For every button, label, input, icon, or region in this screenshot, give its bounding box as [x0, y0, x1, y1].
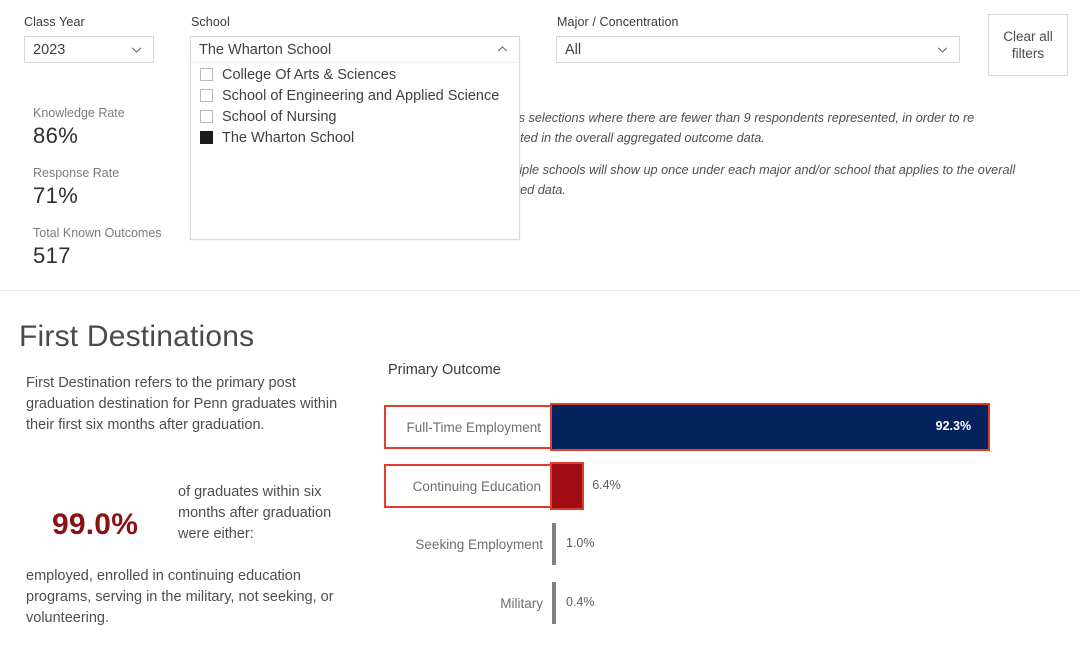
- bar-category-label[interactable]: Continuing Education: [384, 464, 552, 508]
- outcome-footer-text: employed, enrolled in continuing educati…: [26, 568, 334, 626]
- metric-label: Response Rate: [33, 166, 120, 180]
- page-title: First Destinations: [19, 320, 255, 353]
- school-select[interactable]: The Wharton School: [190, 36, 520, 63]
- school-option-label: The Wharton School: [222, 129, 355, 146]
- clear-filters-line2: filters: [1011, 46, 1045, 61]
- class-year-filter-label: Class Year: [24, 15, 85, 29]
- disclaimer-paragraph-2: rom multiple schools will show up once u…: [470, 163, 1016, 197]
- bar-value-label: 92.3%: [935, 419, 972, 433]
- major-filter-label: Major / Concentration: [557, 15, 679, 29]
- bar-row[interactable]: Seeking Employment 1.0%: [384, 523, 1024, 565]
- bar-value-label: 1.0%: [566, 536, 595, 550]
- bar-value-label: 0.4%: [566, 595, 595, 609]
- bar[interactable]: [552, 582, 556, 624]
- bar-track: 1.0%: [552, 523, 1024, 565]
- disclaimer-paragraph-1: s or cross selections where there are fe…: [470, 111, 975, 145]
- metric-total-known-outcomes: Total Known Outcomes 517: [33, 226, 162, 269]
- bar-category-label[interactable]: Full-Time Employment: [384, 405, 552, 449]
- bar-track: 0.4%: [552, 582, 1024, 624]
- checkbox-icon[interactable]: [200, 68, 213, 81]
- school-option-0[interactable]: College Of Arts & Sciences: [191, 64, 519, 85]
- chart-title: Primary Outcome: [388, 362, 501, 378]
- clear-all-filters-button[interactable]: Clear all filters: [988, 14, 1068, 76]
- bar-track: 92.3%: [550, 403, 1024, 451]
- bar-value-label: 6.4%: [592, 478, 621, 492]
- bar-category-label[interactable]: Military: [384, 582, 552, 624]
- bar-row[interactable]: Continuing Education 6.4%: [384, 462, 1024, 510]
- metric-knowledge-rate: Knowledge Rate 86%: [33, 106, 125, 149]
- section-divider: [0, 290, 1080, 291]
- school-value: The Wharton School: [199, 41, 332, 58]
- school-option-2[interactable]: School of Nursing: [191, 106, 519, 127]
- metric-value: 86%: [33, 123, 79, 148]
- major-value: All: [565, 41, 582, 58]
- checkbox-icon[interactable]: [200, 89, 213, 102]
- headline-percentage: 99.0%: [52, 508, 139, 541]
- school-option-label: School of Nursing: [222, 108, 337, 125]
- chevron-down-icon: [937, 47, 948, 53]
- chevron-up-icon: [497, 46, 508, 52]
- school-option-label: College Of Arts & Sciences: [222, 66, 397, 83]
- metric-value: 517: [33, 243, 71, 268]
- bar[interactable]: [552, 523, 556, 565]
- metric-response-rate: Response Rate 71%: [33, 166, 119, 209]
- headline-description: of graduates within six months after gra…: [178, 484, 332, 542]
- dashboard-page: Class Year 2023 School The Wharton Schoo…: [0, 0, 1080, 653]
- metric-label: Total Known Outcomes: [33, 226, 162, 240]
- major-select[interactable]: All: [556, 36, 960, 63]
- bar-category-label[interactable]: Seeking Employment: [384, 523, 552, 565]
- metric-value: 71%: [33, 183, 79, 208]
- class-year-select[interactable]: 2023: [24, 36, 154, 63]
- bar-row[interactable]: Military 0.4%: [384, 582, 1024, 624]
- chevron-down-icon: [131, 47, 142, 53]
- school-option-label: School of Engineering and Applied Scienc…: [222, 87, 500, 104]
- clear-filters-line1: Clear all: [1003, 29, 1053, 44]
- metric-label: Knowledge Rate: [33, 106, 125, 120]
- bar-row[interactable]: Full-Time Employment 92.3%: [384, 403, 1024, 451]
- class-year-value: 2023: [33, 41, 66, 58]
- primary-outcome-bar-chart: Full-Time Employment 92.3% Continuing Educ…: [384, 403, 1044, 640]
- checkbox-icon[interactable]: [200, 110, 213, 123]
- bar[interactable]: [550, 403, 990, 451]
- school-filter-label: School: [191, 15, 230, 29]
- school-option-1[interactable]: School of Engineering and Applied Scienc…: [191, 85, 519, 106]
- school-option-3[interactable]: The Wharton School: [191, 127, 519, 148]
- school-dropdown-panel[interactable]: College Of Arts & Sciences School of Eng…: [190, 36, 520, 240]
- first-destination-description: First Destination refers to the primary …: [26, 375, 338, 433]
- bar[interactable]: [549, 462, 585, 510]
- bar-track: 6.4%: [549, 462, 1024, 510]
- checkbox-checked-icon[interactable]: [200, 131, 213, 144]
